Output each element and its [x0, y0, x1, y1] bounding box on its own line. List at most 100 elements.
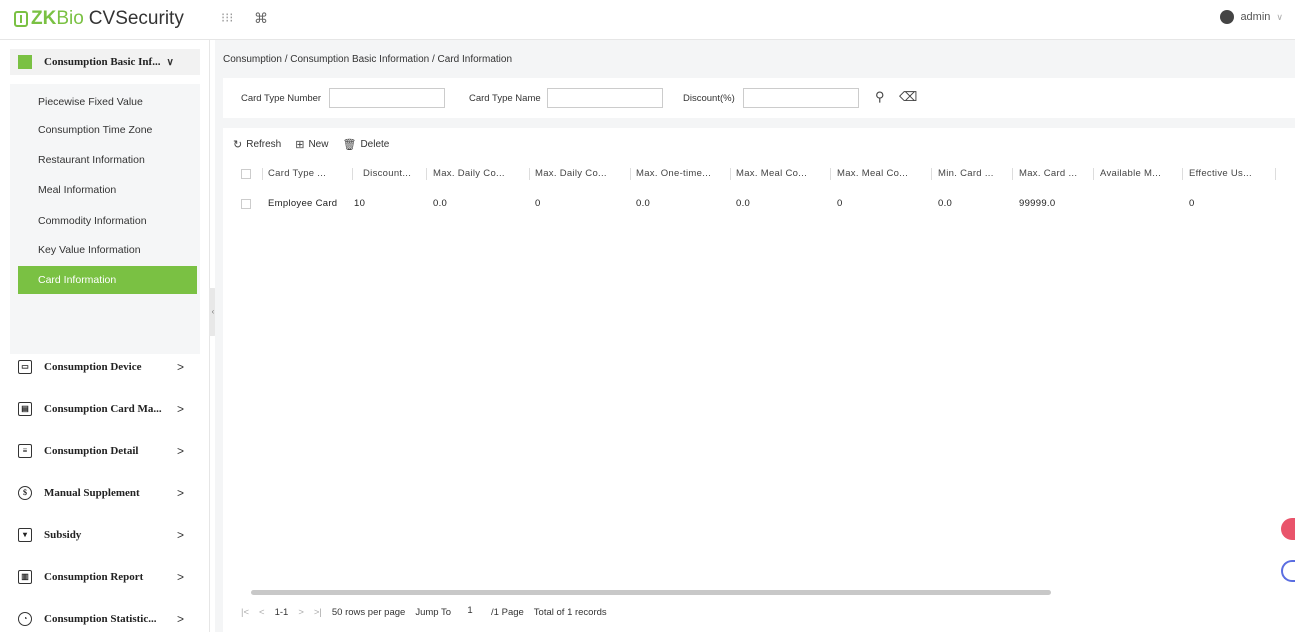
sidebar-item-key-value-information[interactable]: Key Value Information — [10, 236, 196, 264]
cell-card-type: Employee Card — [268, 198, 338, 209]
pagination: |< < 1-1 > >| 50 rows per page Jump To 1… — [241, 605, 617, 619]
sidebar-item-restaurant-information[interactable]: Restaurant Information — [10, 146, 196, 174]
new-button[interactable]: ⊞ New — [295, 138, 328, 151]
first-page-icon[interactable]: |< — [241, 607, 249, 618]
chevron-right-icon: > — [176, 528, 184, 542]
menu-label: Manual Supplement — [44, 487, 140, 499]
logo-zk-text: ZK — [31, 8, 57, 29]
new-icon: ⊞ — [295, 139, 305, 151]
column-separator — [262, 168, 263, 180]
column-header-max-daily-consumption-amount[interactable]: Max. Daily Co... — [433, 168, 505, 179]
basic-info-icon — [18, 55, 32, 69]
sidebar-menu-consumption-statistic[interactable]: ◔ Consumption Statistic... > — [18, 608, 198, 630]
card-icon: ▤ — [18, 402, 32, 416]
logo-bio-text: Bio — [56, 8, 84, 29]
sidebar-item-meal-information[interactable]: Meal Information — [10, 176, 196, 204]
chevron-right-icon: > — [176, 570, 184, 584]
chevron-right-icon: > — [176, 444, 184, 458]
select-all-checkbox[interactable] — [241, 169, 251, 179]
discount-input[interactable] — [743, 88, 859, 108]
column-header-max-card-balance[interactable]: Max. Card ... — [1019, 168, 1077, 179]
menu-label: Consumption Card Ma... — [44, 403, 162, 415]
column-header-max-meal-count[interactable]: Max. Meal Co... — [837, 168, 908, 179]
sidebar-menu-consumption-card-management[interactable]: ▤ Consumption Card Ma... > — [18, 398, 198, 420]
delete-label: Delete — [360, 139, 390, 150]
app-logo[interactable]: ZK Bio CVSecurity — [14, 8, 184, 30]
sidebar-item-piecewise-fixed-value[interactable]: Piecewise Fixed Value — [10, 88, 196, 116]
trash-icon: 🗑 — [342, 139, 357, 151]
record-total: Total of 1 records — [533, 606, 607, 618]
discount-label: Discount(%) — [683, 93, 735, 104]
column-separator — [830, 168, 831, 180]
table-row[interactable]: Employee Card 10 0.0 0 0.0 0.0 0 0.0 999… — [223, 196, 1295, 216]
detail-icon: ≡ — [18, 444, 32, 458]
row-checkbox[interactable] — [241, 199, 251, 209]
column-header-card-type[interactable]: Card Type ... — [268, 168, 326, 179]
sidebar-menu-consumption-detail[interactable]: ≡ Consumption Detail > — [18, 440, 198, 462]
last-page-icon[interactable]: >| — [314, 607, 322, 618]
supplement-icon: $ — [18, 486, 32, 500]
sidebar-menu-manual-supplement[interactable]: $ Manual Supplement > — [18, 482, 198, 504]
sidebar-menu-consumption-device[interactable]: ▭ Consumption Device > — [18, 356, 198, 378]
user-avatar-icon — [1220, 10, 1235, 24]
command-icon[interactable]: ⌘ — [254, 10, 268, 27]
clear-eraser-icon[interactable]: ⌫ — [899, 89, 917, 105]
chevron-right-icon: > — [176, 486, 184, 500]
cell-max-daily-consumption-count: 0 — [535, 198, 541, 209]
user-name: admin — [1240, 11, 1271, 23]
card-type-number-label: Card Type Number — [241, 93, 322, 104]
column-header-min-card-balance[interactable]: Min. Card ... — [938, 168, 994, 179]
subsidy-icon: ▾ — [18, 528, 32, 542]
sidebar-group-consumption-basic-info[interactable]: Consumption Basic Inf... ∨ — [10, 49, 200, 75]
sidebar-menu-subsidy[interactable]: ▾ Subsidy > — [18, 524, 198, 546]
apps-grid-icon[interactable]: ⁝⁝⁝ — [221, 10, 237, 26]
card-type-name-input[interactable] — [547, 88, 663, 108]
grid-toolbar: ↻ Refresh ⊞ New 🗑 Delete — [233, 138, 403, 151]
refresh-button[interactable]: ↻ Refresh — [233, 138, 281, 151]
column-separator — [529, 168, 530, 180]
column-separator — [1182, 168, 1183, 180]
report-icon: ▥ — [18, 570, 32, 584]
chevron-right-icon: > — [176, 612, 184, 626]
cell-min-card-balance: 0.0 — [938, 198, 953, 209]
column-separator — [352, 168, 353, 180]
user-menu[interactable]: admin ∨ — [1220, 10, 1283, 24]
cell-max-meal-count: 0 — [837, 198, 843, 209]
refresh-label: Refresh — [246, 139, 282, 150]
column-header-max-meal-amount[interactable]: Max. Meal Co... — [736, 168, 807, 179]
column-separator — [931, 168, 932, 180]
menu-label: Subsidy — [44, 529, 82, 541]
logo-mark-icon — [14, 11, 28, 27]
card-type-number-input[interactable] — [329, 88, 445, 108]
horizontal-scrollbar[interactable] — [251, 590, 1051, 595]
grid-panel: ↻ Refresh ⊞ New 🗑 Delete Card Type ... D… — [223, 128, 1295, 632]
column-separator — [630, 168, 631, 180]
main-content: Consumption / Consumption Basic Informat… — [215, 40, 1295, 632]
sidebar-item-commodity-information[interactable]: Commodity Information — [10, 207, 196, 235]
column-header-effective-use[interactable]: Effective Us... — [1189, 168, 1252, 179]
jump-to-input[interactable]: 1 — [455, 605, 486, 619]
page-range: 1-1 — [274, 606, 289, 618]
sidebar-item-card-information[interactable]: Card Information — [18, 266, 197, 294]
column-header-max-daily-consumption-count[interactable]: Max. Daily Co... — [535, 168, 607, 179]
column-header-max-one-time[interactable]: Max. One-time... — [636, 168, 711, 179]
column-header-available-meals[interactable]: Available M... — [1100, 168, 1161, 179]
next-page-icon[interactable]: > — [298, 607, 304, 618]
cell-max-card-balance: 99999.0 — [1019, 198, 1056, 209]
prev-page-icon[interactable]: < — [259, 607, 265, 618]
menu-label: Consumption Statistic... — [44, 613, 157, 625]
column-separator — [1093, 168, 1094, 180]
sidebar-menu-consumption-report[interactable]: ▥ Consumption Report > — [18, 566, 198, 588]
delete-button[interactable]: 🗑 Delete — [342, 138, 389, 151]
chevron-right-icon: > — [176, 402, 184, 416]
menu-label: Consumption Report — [44, 571, 144, 583]
column-separator — [1012, 168, 1013, 180]
chevron-down-icon: ∨ — [1276, 11, 1283, 22]
chevron-right-icon: > — [176, 360, 184, 374]
rows-per-page-select[interactable]: 50 rows per page — [332, 607, 405, 618]
monitor-icon: ▭ — [18, 360, 32, 374]
sidebar-item-consumption-time-zone[interactable]: Consumption Time Zone — [10, 116, 196, 144]
column-header-discount[interactable]: Discount... — [363, 168, 411, 179]
search-icon[interactable]: ⚲ — [875, 89, 891, 105]
refresh-icon: ↻ — [233, 139, 243, 151]
